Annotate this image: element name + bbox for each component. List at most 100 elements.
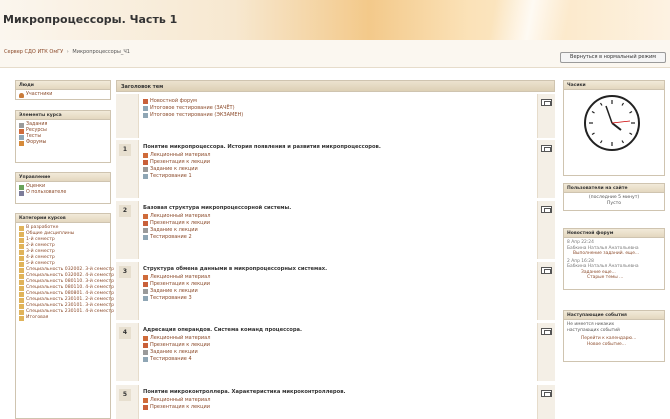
folder-icon [19, 267, 24, 273]
quiz-icon [19, 134, 24, 140]
topic-controls [538, 323, 555, 381]
activity-link[interactable]: Лекционный материал [143, 335, 533, 342]
topic-number: 2 [119, 205, 131, 217]
folder-icon [19, 315, 24, 321]
news-forum-icon [143, 99, 148, 104]
new-event-link[interactable]: Новое событие... [567, 342, 661, 348]
topic-content: Понятие микропроцессора. История появлен… [138, 140, 538, 198]
activity-link[interactable]: Презентация к лекции [143, 220, 533, 227]
show-only-topic-icon[interactable] [541, 328, 552, 335]
clock-face [589, 100, 635, 146]
older-topics-link[interactable]: Старые темы ... [567, 275, 661, 281]
activity-link[interactable]: Лекционный материал [143, 397, 533, 404]
no-events-text: Не имеется никаких наступающих событий [567, 322, 620, 333]
upcoming-events-block: Наступающие события Не имеется никаких н… [563, 310, 665, 362]
activity-link[interactable]: Задание к лекции [143, 288, 533, 295]
activity-link[interactable]: Презентация к лекции [143, 342, 533, 349]
document-icon [143, 214, 148, 219]
activity-link[interactable]: Лекционный материал [143, 152, 533, 159]
block-title: Наступающие события [564, 311, 664, 320]
assignment-icon [143, 289, 148, 294]
show-only-topic-icon[interactable] [541, 267, 552, 274]
activity-link[interactable]: Тестирование 2 [143, 234, 533, 241]
forums-link[interactable]: Форумы [19, 140, 107, 146]
news-post-link[interactable]: Выполнение заданий. еще... [567, 251, 661, 257]
people-block: Люди Участники [15, 80, 111, 100]
assignment-icon [143, 228, 148, 233]
folder-icon [19, 297, 24, 303]
grades-icon [19, 184, 24, 190]
folder-icon [19, 273, 24, 279]
course-categories-block: Категории курсов В разработке Общие дисци… [15, 213, 114, 419]
activities-block: Элементы курса Задания Ресурсы Тесты Фор… [15, 110, 111, 163]
show-only-topic-icon[interactable] [541, 145, 552, 152]
topic-controls [538, 140, 555, 198]
presentation-icon [143, 221, 148, 226]
folder-icon [19, 249, 24, 255]
header-decoration [470, 0, 590, 40]
people-icon [19, 92, 24, 98]
page-title: Микропроцессоры. Часть 1 [3, 13, 178, 26]
presentation-icon [143, 160, 148, 165]
topic-number: 1 [119, 144, 131, 156]
topic-section: 2 Базовая структура микропроцессорной сис… [116, 201, 555, 259]
block-title: Новостной форум [564, 229, 664, 238]
folder-icon [19, 309, 24, 315]
breadcrumb-home-link[interactable]: Сервер СДО ИТК ОмГУ [4, 49, 63, 55]
document-icon [143, 398, 148, 403]
participants-link[interactable]: Участники [19, 92, 107, 98]
topic-section: 5 Понятие микроконтроллера. Характеристик… [116, 385, 555, 419]
show-only-topic-icon[interactable] [541, 206, 552, 213]
clock-block: Часики [563, 80, 665, 176]
show-only-topic-icon[interactable] [541, 390, 552, 397]
topic-section: 4 Адресация операндов. Система команд про… [116, 323, 555, 381]
activity-link[interactable]: Новостной форум [143, 98, 533, 105]
folder-icon [19, 231, 24, 237]
activity-link[interactable]: Тестирование 1 [143, 173, 533, 180]
activity-link[interactable]: Презентация к лекции [143, 159, 533, 166]
topic-content: Структура обмена данными в микропроцессо… [138, 262, 538, 320]
activity-link[interactable]: Задание к лекции [143, 349, 533, 356]
activity-link[interactable]: Тестирование 4 [143, 356, 533, 363]
topic-section: 3 Структура обмена данными в микропроцесс… [116, 262, 555, 320]
topic-number: 5 [119, 389, 131, 401]
topic-title: Базовая структура микропроцессорной сист… [143, 205, 292, 211]
activity-link[interactable]: Итоговое тестирование (ЗАЧЁТ) [143, 105, 533, 112]
folder-icon [19, 255, 24, 261]
quiz-icon [143, 357, 148, 362]
activity-link[interactable]: Итоговое тестирование (ЭКЗАМЕН) [143, 112, 533, 119]
activity-link[interactable]: Презентация к лекции [143, 281, 533, 288]
activity-link[interactable]: Задание к лекции [143, 227, 533, 234]
folder-icon [19, 291, 24, 297]
activity-link[interactable]: Лекционный материал [143, 274, 533, 281]
block-title: Часики [564, 81, 664, 90]
activity-link[interactable]: Презентация к лекции [143, 404, 533, 411]
block-title: Категории курсов [16, 214, 110, 223]
activity-link[interactable]: Лекционный материал [143, 213, 533, 220]
category-item[interactable]: Итоговая [19, 315, 107, 321]
presentation-icon [143, 282, 148, 287]
quiz-icon [143, 174, 148, 179]
resource-icon [19, 128, 24, 134]
profile-link[interactable]: О пользователе [19, 190, 107, 196]
assignment-icon [19, 122, 24, 128]
folder-icon [19, 243, 24, 249]
administration-block: Управление Оценки О пользователе [15, 172, 111, 204]
folder-icon [19, 225, 24, 231]
topic-controls [538, 385, 555, 419]
return-normal-mode-button[interactable]: Вернуться в нормальный режим [560, 52, 666, 63]
block-title: Пользователи на сайте [564, 184, 664, 193]
assignment-icon [143, 167, 148, 172]
topic-title: Понятие микропроцессора. История появлен… [143, 144, 381, 150]
show-only-topic-icon[interactable] [541, 99, 552, 106]
topic-title: Структура обмена данными в микропроцессо… [143, 266, 328, 272]
topic-section: 1 Понятие микропроцессора. История появле… [116, 140, 555, 198]
category-list: В разработке Общие дисциплины 1-й семестр 2… [16, 223, 114, 323]
quiz-icon [143, 113, 148, 118]
activity-link[interactable]: Задание к лекции [143, 166, 533, 173]
presentation-icon [143, 343, 148, 348]
topic-content: Понятие микроконтроллера. Характеристика… [138, 385, 538, 419]
clock-icon [584, 95, 640, 151]
online-users-block: Пользователи на сайте (последние 5 минут… [563, 183, 665, 211]
activity-link[interactable]: Тестирование 3 [143, 295, 533, 302]
